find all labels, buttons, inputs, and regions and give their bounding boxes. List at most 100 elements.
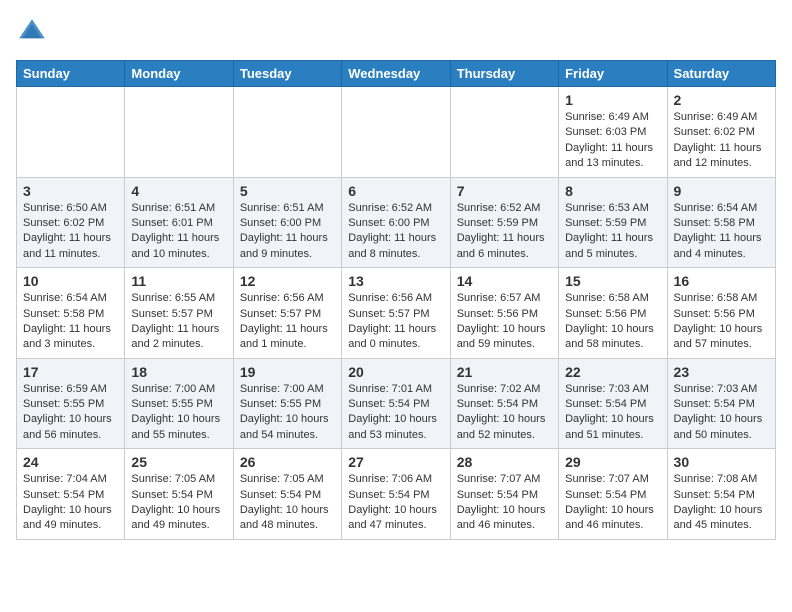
- day-number: 3: [23, 183, 118, 199]
- calendar-cell: 19 Sunrise: 7:00 AM Sunset: 5:55 PM Dayli…: [233, 358, 341, 449]
- calendar-cell: [17, 87, 125, 178]
- calendar-cell: 2 Sunrise: 6:49 AM Sunset: 6:02 PM Daylig…: [667, 87, 775, 178]
- calendar-cell: 9Sunrise: 6:54 AM Sunset: 5:58 PM Daylig…: [667, 177, 775, 268]
- day-number: 22: [565, 364, 660, 380]
- calendar-cell: 28 Sunrise: 7:07 AM Sunset: 5:54 PM Dayli…: [450, 449, 558, 540]
- weekday-header-wednesday: Wednesday: [342, 61, 450, 87]
- day-number: 12: [240, 273, 335, 289]
- day-info: Sunrise: 6:51 AM Sunset: 6:01 PM Dayligh…: [131, 201, 226, 263]
- calendar-cell: [125, 87, 233, 178]
- day-info: Sunrise: 6:59 AM Sunset: 5:55 PM Dayligh…: [23, 382, 118, 444]
- calendar-cell: 5 Sunrise: 6:51 AM Sunset: 6:00 PM Daylig…: [233, 177, 341, 268]
- calendar-cell: 24Sunrise: 7:04 AM Sunset: 5:54 PM Dayli…: [17, 449, 125, 540]
- day-number: 21: [457, 364, 552, 380]
- day-info: Sunrise: 7:01 AM Sunset: 5:54 PM Dayligh…: [348, 382, 443, 444]
- day-info: Sunrise: 7:02 AM Sunset: 5:54 PM Dayligh…: [457, 382, 552, 444]
- calendar-cell: 7Sunrise: 6:52 AM Sunset: 5:59 PM Daylig…: [450, 177, 558, 268]
- weekday-header-tuesday: Tuesday: [233, 61, 341, 87]
- calendar-cell: 8Sunrise: 6:53 AM Sunset: 5:59 PM Daylig…: [559, 177, 667, 268]
- day-number: 10: [23, 273, 118, 289]
- calendar-row: 10 Sunrise: 6:54 AM Sunset: 5:58 PM Dayli…: [17, 268, 776, 359]
- day-info: Sunrise: 7:06 AM Sunset: 5:54 PM Dayligh…: [348, 472, 443, 534]
- day-info: Sunrise: 7:03 AM Sunset: 5:54 PM Dayligh…: [674, 382, 769, 444]
- weekday-header-monday: Monday: [125, 61, 233, 87]
- day-number: 11: [131, 273, 226, 289]
- calendar-row: 1 Sunrise: 6:49 AM Sunset: 6:03 PM Daylig…: [17, 87, 776, 178]
- calendar-row: 3 Sunrise: 6:50 AM Sunset: 6:02 PM Daylig…: [17, 177, 776, 268]
- day-info: Sunrise: 6:54 AM Sunset: 5:58 PM Dayligh…: [23, 291, 118, 353]
- calendar-body: 1 Sunrise: 6:49 AM Sunset: 6:03 PM Daylig…: [17, 87, 776, 540]
- day-number: 29: [565, 454, 660, 470]
- day-info: Sunrise: 7:03 AM Sunset: 5:54 PM Dayligh…: [565, 382, 660, 444]
- day-number: 17: [23, 364, 118, 380]
- logo: [16, 16, 52, 48]
- day-number: 18: [131, 364, 226, 380]
- weekday-header-sunday: Sunday: [17, 61, 125, 87]
- weekday-header-thursday: Thursday: [450, 61, 558, 87]
- calendar-cell: 12 Sunrise: 6:56 AM Sunset: 5:57 PM Dayli…: [233, 268, 341, 359]
- weekday-header-saturday: Saturday: [667, 61, 775, 87]
- day-number: 24: [23, 454, 118, 470]
- calendar-cell: 15 Sunrise: 6:58 AM Sunset: 5:56 PM Dayli…: [559, 268, 667, 359]
- day-number: 15: [565, 273, 660, 289]
- day-number: 16: [674, 273, 769, 289]
- day-number: 5: [240, 183, 335, 199]
- day-number: 27: [348, 454, 443, 470]
- day-info: Sunrise: 7:07 AM Sunset: 5:54 PM Dayligh…: [457, 472, 552, 534]
- calendar-cell: 22 Sunrise: 7:03 AM Sunset: 5:54 PM Dayli…: [559, 358, 667, 449]
- day-info: Sunrise: 6:55 AM Sunset: 5:57 PM Dayligh…: [131, 291, 226, 353]
- calendar-cell: 3 Sunrise: 6:50 AM Sunset: 6:02 PM Daylig…: [17, 177, 125, 268]
- day-number: 28: [457, 454, 552, 470]
- day-number: 20: [348, 364, 443, 380]
- day-number: 13: [348, 273, 443, 289]
- day-info: Sunrise: 6:58 AM Sunset: 5:56 PM Dayligh…: [565, 291, 660, 353]
- calendar-cell: 25 Sunrise: 7:05 AM Sunset: 5:54 PM Dayli…: [125, 449, 233, 540]
- calendar-cell: 16 Sunrise: 6:58 AM Sunset: 5:56 PM Dayli…: [667, 268, 775, 359]
- calendar-cell: 18 Sunrise: 7:00 AM Sunset: 5:55 PM Dayli…: [125, 358, 233, 449]
- day-info: Sunrise: 7:08 AM Sunset: 5:54 PM Dayligh…: [674, 472, 769, 534]
- calendar-cell: 23 Sunrise: 7:03 AM Sunset: 5:54 PM Dayli…: [667, 358, 775, 449]
- day-info: Sunrise: 6:53 AM Sunset: 5:59 PM Dayligh…: [565, 201, 660, 263]
- day-info: Sunrise: 6:51 AM Sunset: 6:00 PM Dayligh…: [240, 201, 335, 263]
- calendar-cell: 4Sunrise: 6:51 AM Sunset: 6:01 PM Daylig…: [125, 177, 233, 268]
- calendar-row: 17 Sunrise: 6:59 AM Sunset: 5:55 PM Dayli…: [17, 358, 776, 449]
- day-info: Sunrise: 6:54 AM Sunset: 5:58 PM Dayligh…: [674, 201, 769, 263]
- day-number: 23: [674, 364, 769, 380]
- day-number: 7: [457, 183, 552, 199]
- day-number: 30: [674, 454, 769, 470]
- day-info: Sunrise: 7:00 AM Sunset: 5:55 PM Dayligh…: [240, 382, 335, 444]
- calendar-cell: 29Sunrise: 7:07 AM Sunset: 5:54 PM Dayli…: [559, 449, 667, 540]
- day-info: Sunrise: 6:49 AM Sunset: 6:03 PM Dayligh…: [565, 110, 660, 172]
- weekday-header-friday: Friday: [559, 61, 667, 87]
- day-info: Sunrise: 6:58 AM Sunset: 5:56 PM Dayligh…: [674, 291, 769, 353]
- day-info: Sunrise: 6:57 AM Sunset: 5:56 PM Dayligh…: [457, 291, 552, 353]
- calendar-cell: 21 Sunrise: 7:02 AM Sunset: 5:54 PM Dayli…: [450, 358, 558, 449]
- logo-icon: [16, 16, 48, 48]
- day-info: Sunrise: 6:52 AM Sunset: 6:00 PM Dayligh…: [348, 201, 443, 263]
- calendar-cell: [450, 87, 558, 178]
- day-number: 25: [131, 454, 226, 470]
- day-number: 2: [674, 92, 769, 108]
- calendar-cell: 14 Sunrise: 6:57 AM Sunset: 5:56 PM Dayli…: [450, 268, 558, 359]
- calendar-cell: 10 Sunrise: 6:54 AM Sunset: 5:58 PM Dayli…: [17, 268, 125, 359]
- day-number: 19: [240, 364, 335, 380]
- calendar-cell: 1 Sunrise: 6:49 AM Sunset: 6:03 PM Daylig…: [559, 87, 667, 178]
- day-number: 6: [348, 183, 443, 199]
- calendar-cell: 26Sunrise: 7:05 AM Sunset: 5:54 PM Dayli…: [233, 449, 341, 540]
- calendar-header: SundayMondayTuesdayWednesdayThursdayFrid…: [17, 61, 776, 87]
- calendar-cell: 17 Sunrise: 6:59 AM Sunset: 5:55 PM Dayli…: [17, 358, 125, 449]
- calendar-cell: 27 Sunrise: 7:06 AM Sunset: 5:54 PM Dayli…: [342, 449, 450, 540]
- day-info: Sunrise: 6:50 AM Sunset: 6:02 PM Dayligh…: [23, 201, 118, 263]
- day-info: Sunrise: 7:00 AM Sunset: 5:55 PM Dayligh…: [131, 382, 226, 444]
- weekday-header-row: SundayMondayTuesdayWednesdayThursdayFrid…: [17, 61, 776, 87]
- calendar-cell: [342, 87, 450, 178]
- day-number: 1: [565, 92, 660, 108]
- calendar-cell: [233, 87, 341, 178]
- calendar-row: 24Sunrise: 7:04 AM Sunset: 5:54 PM Dayli…: [17, 449, 776, 540]
- day-info: Sunrise: 7:05 AM Sunset: 5:54 PM Dayligh…: [131, 472, 226, 534]
- header: [16, 16, 776, 48]
- day-number: 14: [457, 273, 552, 289]
- calendar-cell: 13Sunrise: 6:56 AM Sunset: 5:57 PM Dayli…: [342, 268, 450, 359]
- day-info: Sunrise: 6:56 AM Sunset: 5:57 PM Dayligh…: [240, 291, 335, 353]
- day-info: Sunrise: 6:49 AM Sunset: 6:02 PM Dayligh…: [674, 110, 769, 172]
